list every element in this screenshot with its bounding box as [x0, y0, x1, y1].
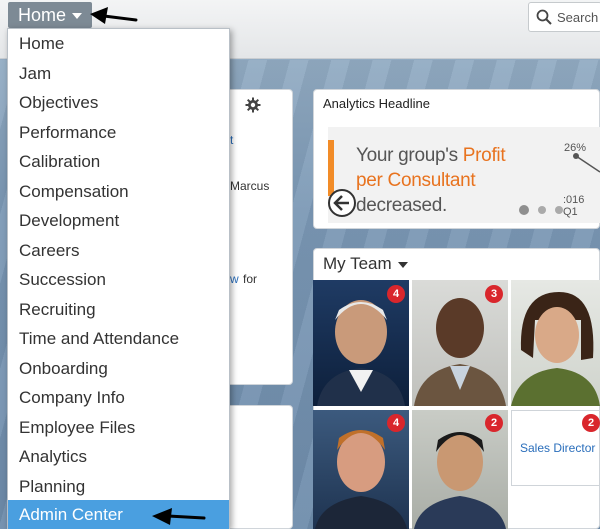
- annotation-arrow-icon: [152, 508, 206, 525]
- notification-badge: 4: [387, 285, 405, 303]
- analytics-headline-title: Analytics Headline: [323, 96, 430, 111]
- search-icon: [536, 9, 552, 25]
- annotation-arrow-icon: [90, 7, 138, 24]
- left-card-for-fragment: for: [243, 272, 258, 286]
- gear-icon[interactable]: [245, 97, 261, 113]
- carousel-back-button[interactable]: [328, 189, 356, 217]
- menu-item-calibration[interactable]: Calibration: [8, 147, 229, 176]
- my-team-title[interactable]: My Team: [323, 254, 408, 274]
- menu-item-time-and-attendance[interactable]: Time and Attendance: [8, 324, 229, 353]
- menu-item-performance[interactable]: Performance: [8, 118, 229, 147]
- menu-item-analytics[interactable]: Analytics: [8, 442, 229, 471]
- search-input[interactable]: Search f: [528, 2, 600, 32]
- banner-accent-bar: [328, 140, 334, 196]
- chevron-down-icon: [72, 13, 83, 20]
- menu-item-planning[interactable]: Planning: [8, 472, 229, 501]
- arrow-left-icon: [333, 195, 349, 211]
- menu-item-compensation[interactable]: Compensation: [8, 177, 229, 206]
- analytics-banner-text: Your group's Profit per Consultant decre…: [356, 145, 506, 216]
- menu-item-company-info[interactable]: Company Info: [8, 383, 229, 412]
- notification-badge: 2: [582, 414, 600, 432]
- carousel-dot[interactable]: [538, 206, 546, 214]
- notification-badge: 4: [387, 414, 405, 432]
- menu-item-jam[interactable]: Jam: [8, 59, 229, 88]
- left-card-link-fragment-2[interactable]: w: [230, 272, 239, 286]
- carousel-dot[interactable]: [555, 206, 563, 214]
- home-menu-button[interactable]: Home: [8, 2, 93, 28]
- search-placeholder: Search f: [557, 10, 600, 25]
- left-card-link-fragment[interactable]: t: [230, 133, 233, 147]
- open-position-label[interactable]: Sales Director: [520, 441, 595, 455]
- notification-badge: 2: [485, 414, 503, 432]
- team-member-photo[interactable]: [511, 280, 600, 406]
- home-menu-label: Home: [18, 5, 67, 25]
- trend-period: :016 Q1: [563, 194, 585, 218]
- menu-item-home[interactable]: Home: [8, 29, 229, 58]
- menu-item-recruiting[interactable]: Recruiting: [8, 295, 229, 324]
- menu-item-development[interactable]: Development: [8, 206, 229, 235]
- left-card-name-fragment: Marcus: [230, 179, 270, 193]
- home-dropdown-menu: Home Jam Objectives Performance Calibrat…: [7, 28, 230, 529]
- menu-item-objectives[interactable]: Objectives: [8, 88, 229, 117]
- carousel-dot-active[interactable]: [519, 205, 529, 215]
- trend-percent: 26%: [564, 142, 587, 154]
- menu-item-careers[interactable]: Careers: [8, 236, 229, 265]
- menu-item-succession[interactable]: Succession: [8, 265, 229, 294]
- person-icon: [511, 292, 600, 406]
- menu-item-onboarding[interactable]: Onboarding: [8, 354, 229, 383]
- trend-line-icon: [573, 153, 600, 173]
- notification-badge: 3: [485, 285, 503, 303]
- chevron-down-icon: [397, 261, 408, 268]
- menu-item-employee-files[interactable]: Employee Files: [8, 413, 229, 442]
